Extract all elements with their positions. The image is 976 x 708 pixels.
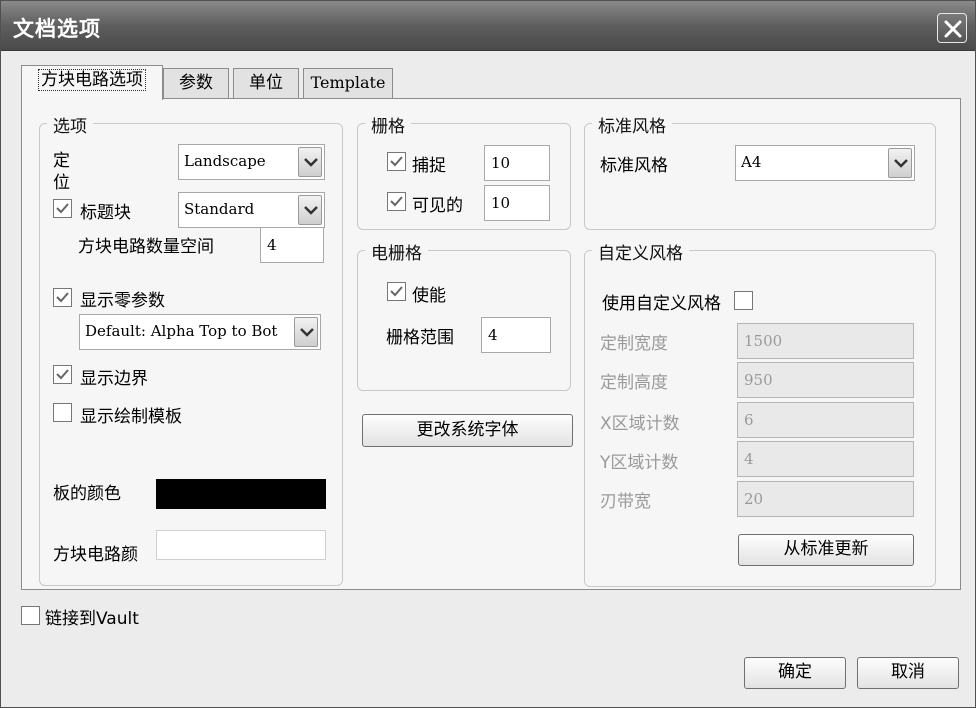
use-custom-style-checkbox[interactable] — [734, 291, 753, 310]
link-to-vault-label: 链接到Vault — [45, 609, 139, 629]
tab-template[interactable]: Template — [303, 68, 393, 99]
checkmark-icon — [56, 369, 69, 380]
electrical-grid-enable-label: 使能 — [412, 286, 446, 306]
title-block-checkbox[interactable] — [53, 199, 72, 218]
title-block-value: Standard — [184, 200, 255, 218]
dropdown-arrow-icon — [888, 148, 912, 178]
snap-input[interactable]: 10 — [484, 145, 550, 181]
custom-height-label: 定制高度 — [600, 373, 668, 393]
electrical-grid-legend: 电栅格 — [365, 239, 428, 264]
custom-width-input[interactable]: 1500 — [737, 323, 914, 359]
snap-checkbox[interactable] — [387, 152, 406, 171]
dropdown-arrow-icon — [298, 147, 322, 177]
tab-sheet-options[interactable]: 方块电路选项 — [21, 65, 163, 100]
custom-height-input[interactable]: 950 — [737, 362, 914, 398]
show-border-checkbox[interactable] — [53, 365, 72, 384]
y-region-count-input[interactable]: 4 — [737, 441, 914, 477]
dropdown-arrow-icon — [298, 195, 322, 225]
orientation-value: Landscape — [184, 152, 266, 170]
orientation-label: 定位 — [53, 151, 70, 193]
update-from-standard-button[interactable]: 从标准更新 — [738, 534, 914, 566]
zone-style-value: Default: Alpha Top to Bot — [85, 322, 278, 340]
custom-style-group: 自定义风格 使用自定义风格 定制宽度 1500 定制高度 950 X区域计数 6… — [584, 239, 936, 587]
cancel-button[interactable]: 取消 — [857, 657, 959, 689]
checkmark-icon — [56, 292, 69, 303]
y-region-count-label: Y区域计数 — [600, 453, 679, 473]
close-button[interactable] — [937, 13, 967, 43]
document-options-dialog: 文档选项 方块电路选项 参数 单位 Template 选项 定位 Landsca… — [0, 0, 976, 708]
ok-button[interactable]: 确定 — [744, 657, 846, 689]
zone-style-select[interactable]: Default: Alpha Top to Bot — [79, 314, 321, 350]
options-legend: 选项 — [47, 112, 93, 137]
grids-legend: 栅格 — [365, 112, 411, 137]
title-block-label: 标题块 — [80, 203, 131, 223]
title-bar: 文档选项 — [1, 1, 975, 51]
title-block-select[interactable]: Standard — [178, 192, 325, 228]
checkmark-icon — [390, 196, 403, 207]
link-to-vault-checkbox[interactable] — [21, 606, 40, 625]
standard-style-group: 标准风格 标准风格 A4 — [584, 112, 936, 230]
checkmark-icon — [56, 203, 69, 214]
electrical-grid-enable-checkbox[interactable] — [387, 282, 406, 301]
checkmark-icon — [390, 156, 403, 167]
tab-parameters[interactable]: 参数 — [163, 68, 229, 99]
x-region-count-label: X区域计数 — [600, 414, 680, 434]
checkmark-icon — [390, 286, 403, 297]
show-template-graphics-label: 显示绘制模板 — [80, 407, 182, 427]
sheet-number-space-input[interactable]: 4 — [260, 227, 324, 263]
custom-style-legend: 自定义风格 — [592, 239, 689, 264]
tab-label: 单位 — [249, 73, 283, 93]
window-title: 文档选项 — [13, 17, 101, 41]
tab-units[interactable]: 单位 — [233, 68, 299, 99]
change-system-font-button[interactable]: 更改系统字体 — [362, 414, 573, 447]
tab-label: Template — [310, 73, 386, 92]
standard-style-label: 标准风格 — [600, 156, 668, 176]
snap-label: 捕捉 — [412, 156, 446, 176]
sheet-number-space-label: 方块电路数量空间 — [78, 237, 214, 257]
orientation-select[interactable]: Landscape — [178, 144, 325, 180]
electrical-grid-group: 电栅格 使能 栅格范围 4 — [357, 239, 571, 391]
x-region-count-input[interactable]: 6 — [737, 402, 914, 438]
custom-width-label: 定制宽度 — [600, 334, 668, 354]
grid-range-label: 栅格范围 — [386, 328, 454, 348]
border-color-label: 板的颜色 — [53, 484, 121, 504]
show-template-graphics-checkbox[interactable] — [53, 403, 72, 422]
sheet-color-swatch[interactable] — [156, 530, 326, 560]
standard-style-select[interactable]: A4 — [735, 145, 915, 181]
show-border-label: 显示边界 — [80, 369, 148, 389]
close-icon — [944, 20, 962, 38]
margin-width-label: 刃带宽 — [600, 492, 651, 512]
standard-style-value: A4 — [741, 153, 762, 171]
tab-label: 参数 — [179, 73, 213, 93]
show-reference-zones-checkbox[interactable] — [53, 288, 72, 307]
border-color-swatch[interactable] — [156, 479, 326, 509]
dropdown-arrow-icon — [294, 317, 318, 347]
show-reference-zones-label: 显示零参数 — [80, 291, 165, 311]
visible-label: 可见的 — [412, 196, 463, 216]
margin-width-input[interactable]: 20 — [737, 481, 914, 517]
options-group: 选项 定位 Landscape 标题块 Standard 方块电路数量空间 4 … — [39, 112, 343, 586]
standard-style-legend: 标准风格 — [592, 112, 672, 137]
grid-range-input[interactable]: 4 — [481, 317, 551, 353]
visible-checkbox[interactable] — [387, 192, 406, 211]
sheet-color-label: 方块电路颜 — [53, 545, 138, 565]
grids-group: 栅格 捕捉 10 可见的 10 — [357, 112, 571, 230]
visible-input[interactable]: 10 — [484, 185, 550, 221]
tab-panel: 选项 定位 Landscape 标题块 Standard 方块电路数量空间 4 … — [21, 98, 961, 590]
tab-label: 方块电路选项 — [38, 69, 146, 91]
use-custom-style-label: 使用自定义风格 — [602, 294, 721, 314]
